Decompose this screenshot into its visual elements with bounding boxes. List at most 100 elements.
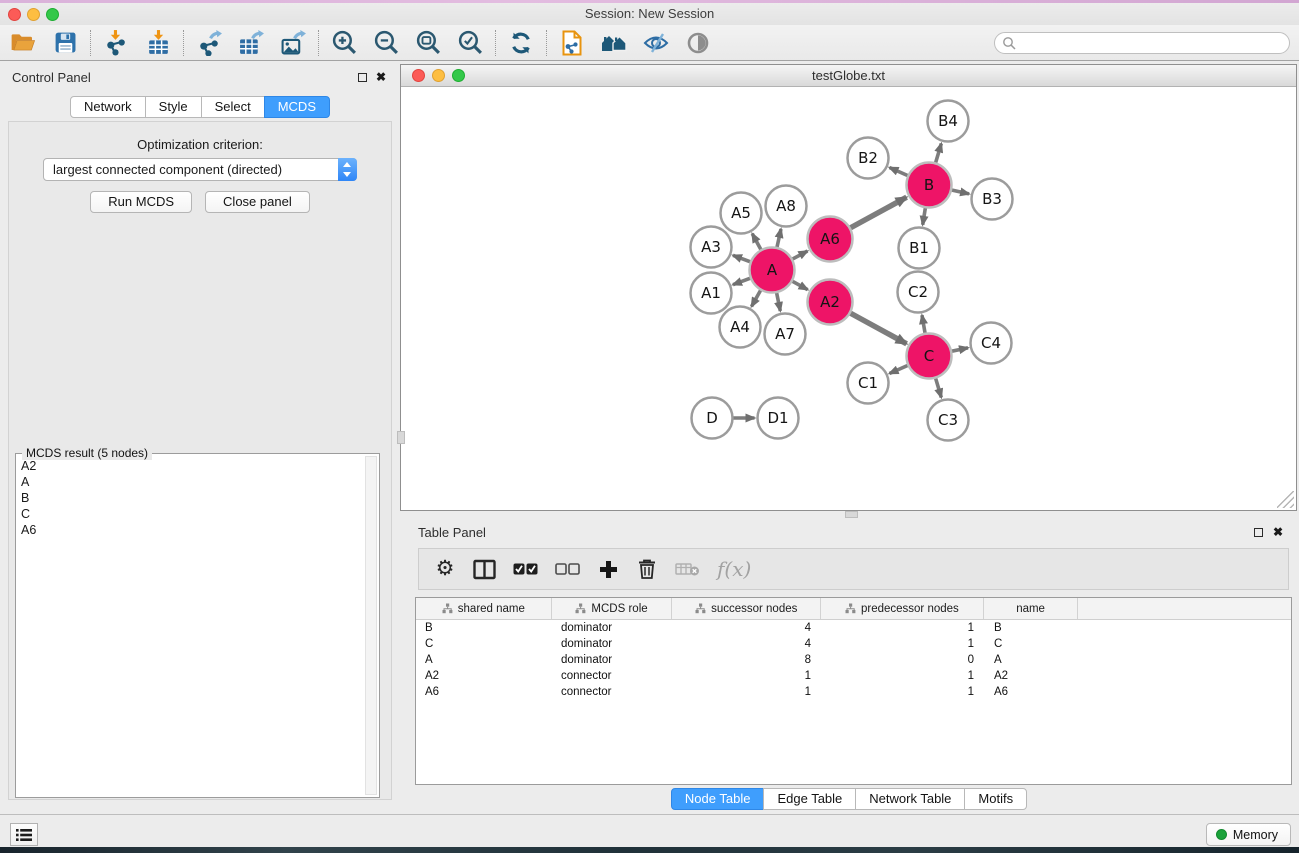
- graph-node-A8[interactable]: A8: [766, 186, 807, 227]
- column-header-predecessor-nodes[interactable]: predecessor nodes: [821, 598, 984, 619]
- float-panel-icon[interactable]: [358, 73, 367, 82]
- tab-motifs[interactable]: Motifs: [964, 788, 1027, 810]
- graph-node-B4[interactable]: B4: [928, 101, 969, 142]
- table-cell[interactable]: A6: [416, 684, 552, 700]
- graph-node-C2[interactable]: C2: [898, 272, 939, 313]
- mcds-result-item[interactable]: B: [18, 490, 363, 506]
- mcds-result-item[interactable]: A: [18, 474, 363, 490]
- column-header-shared-name[interactable]: shared name: [416, 598, 552, 619]
- table-cell[interactable]: connector: [552, 668, 673, 684]
- table-row[interactable]: A6connector11A6: [416, 684, 1291, 700]
- mcds-result-item[interactable]: C: [18, 506, 363, 522]
- graph-node-A6[interactable]: A6: [808, 217, 853, 262]
- table-cell[interactable]: B: [416, 620, 552, 636]
- select-all-checkboxes-icon[interactable]: [513, 562, 538, 576]
- graph-node-C3[interactable]: C3: [928, 400, 969, 441]
- memory-button[interactable]: Memory: [1206, 823, 1291, 846]
- graph-node-B3[interactable]: B3: [972, 179, 1013, 220]
- column-header-mcds-role[interactable]: MCDS role: [552, 598, 673, 619]
- close-panel-icon[interactable]: ✖: [376, 73, 386, 82]
- add-column-icon[interactable]: [597, 559, 619, 580]
- table-cell[interactable]: 4: [673, 636, 822, 652]
- zoom-in-icon[interactable]: [323, 28, 365, 58]
- graph-node-B1[interactable]: B1: [899, 228, 940, 269]
- task-history-button[interactable]: [10, 823, 38, 846]
- search-input[interactable]: [1016, 34, 1289, 52]
- close-panel-icon[interactable]: ✖: [1273, 528, 1283, 537]
- open-folder-icon[interactable]: [2, 28, 44, 58]
- table-cell[interactable]: A2: [416, 668, 552, 684]
- column-header-name[interactable]: name: [984, 598, 1079, 619]
- import-table-icon[interactable]: [137, 28, 179, 58]
- delete-column-trash-icon[interactable]: [636, 558, 658, 580]
- table-cell[interactable]: C: [985, 636, 1080, 652]
- graph-node-D[interactable]: D: [692, 398, 733, 439]
- search-field[interactable]: [994, 32, 1290, 54]
- export-table-icon[interactable]: [230, 28, 272, 58]
- mcds-result-item[interactable]: A2: [18, 458, 363, 474]
- close-panel-button[interactable]: Close panel: [205, 191, 310, 213]
- table-row[interactable]: Cdominator41C: [416, 636, 1291, 652]
- table-settings-gear-icon[interactable]: ⚙: [434, 559, 456, 579]
- graph-node-A[interactable]: A: [750, 248, 795, 293]
- table-cell[interactable]: C: [416, 636, 552, 652]
- network-window-titlebar[interactable]: testGlobe.txt: [401, 65, 1296, 87]
- import-network-icon[interactable]: [95, 28, 137, 58]
- table-cell[interactable]: A: [416, 652, 552, 668]
- hide-details-eye-icon[interactable]: [635, 28, 677, 58]
- table-cell[interactable]: A6: [985, 684, 1080, 700]
- tab-network-table[interactable]: Network Table: [855, 788, 965, 810]
- mcds-result-item[interactable]: A6: [18, 522, 363, 538]
- graph-node-A5[interactable]: A5: [721, 193, 762, 234]
- save-session-icon[interactable]: [44, 28, 86, 58]
- zoom-selected-icon[interactable]: [449, 28, 491, 58]
- export-network-icon[interactable]: [188, 28, 230, 58]
- graph-node-A3[interactable]: A3: [691, 227, 732, 268]
- show-details-eye-icon[interactable]: [677, 28, 719, 58]
- table-cell[interactable]: A2: [985, 668, 1080, 684]
- network-document-icon[interactable]: [551, 28, 593, 58]
- tab-mcds[interactable]: MCDS: [264, 96, 330, 118]
- deselect-all-checkboxes-icon[interactable]: [555, 562, 580, 576]
- table-cell[interactable]: B: [985, 620, 1080, 636]
- tab-edge-table[interactable]: Edge Table: [763, 788, 856, 810]
- float-panel-icon[interactable]: [1254, 528, 1263, 537]
- mcds-list-scrollbar[interactable]: [365, 456, 377, 795]
- criterion-select[interactable]: largest connected component (directed): [43, 158, 357, 181]
- delete-table-icon[interactable]: [675, 561, 700, 577]
- graph-node-C4[interactable]: C4: [971, 323, 1012, 364]
- tab-network[interactable]: Network: [70, 96, 146, 118]
- table-cell[interactable]: 1: [822, 668, 985, 684]
- table-cell[interactable]: 1: [673, 668, 822, 684]
- table-row[interactable]: Bdominator41B: [416, 620, 1291, 636]
- table-cell[interactable]: 4: [673, 620, 822, 636]
- table-cell[interactable]: 0: [822, 652, 985, 668]
- table-cell[interactable]: 1: [822, 620, 985, 636]
- zoom-out-icon[interactable]: [365, 28, 407, 58]
- network-canvas[interactable]: AA1A2A3A4A5A6A7A8BB1B2B3B4CC1C2C3C4DD1: [401, 88, 1296, 510]
- graph-node-A2[interactable]: A2: [808, 280, 853, 325]
- table-cell[interactable]: dominator: [552, 636, 673, 652]
- table-cell[interactable]: connector: [552, 684, 673, 700]
- graph-node-A4[interactable]: A4: [720, 307, 761, 348]
- tab-style[interactable]: Style: [145, 96, 202, 118]
- run-mcds-button[interactable]: Run MCDS: [90, 191, 192, 213]
- graph-node-C[interactable]: C: [907, 334, 952, 379]
- export-image-icon[interactable]: [272, 28, 314, 58]
- table-row[interactable]: A2connector11A2: [416, 668, 1291, 684]
- table-cell[interactable]: dominator: [552, 620, 673, 636]
- window-resize-grip[interactable]: [1277, 491, 1294, 508]
- network-graph[interactable]: AA1A2A3A4A5A6A7A8BB1B2B3B4CC1C2C3C4DD1: [401, 88, 1296, 510]
- splitpane-handle-left[interactable]: [397, 431, 405, 444]
- table-cell[interactable]: 1: [673, 684, 822, 700]
- graph-node-B2[interactable]: B2: [848, 138, 889, 179]
- function-builder-icon[interactable]: f(x): [717, 557, 751, 581]
- splitpane-handle-bottom[interactable]: [845, 511, 858, 518]
- tab-node-table[interactable]: Node Table: [671, 788, 765, 810]
- table-cell[interactable]: dominator: [552, 652, 673, 668]
- table-row[interactable]: Adominator80A: [416, 652, 1291, 668]
- tab-select[interactable]: Select: [201, 96, 265, 118]
- zoom-fit-icon[interactable]: [407, 28, 449, 58]
- table-cell[interactable]: A: [985, 652, 1080, 668]
- graph-node-B[interactable]: B: [907, 163, 952, 208]
